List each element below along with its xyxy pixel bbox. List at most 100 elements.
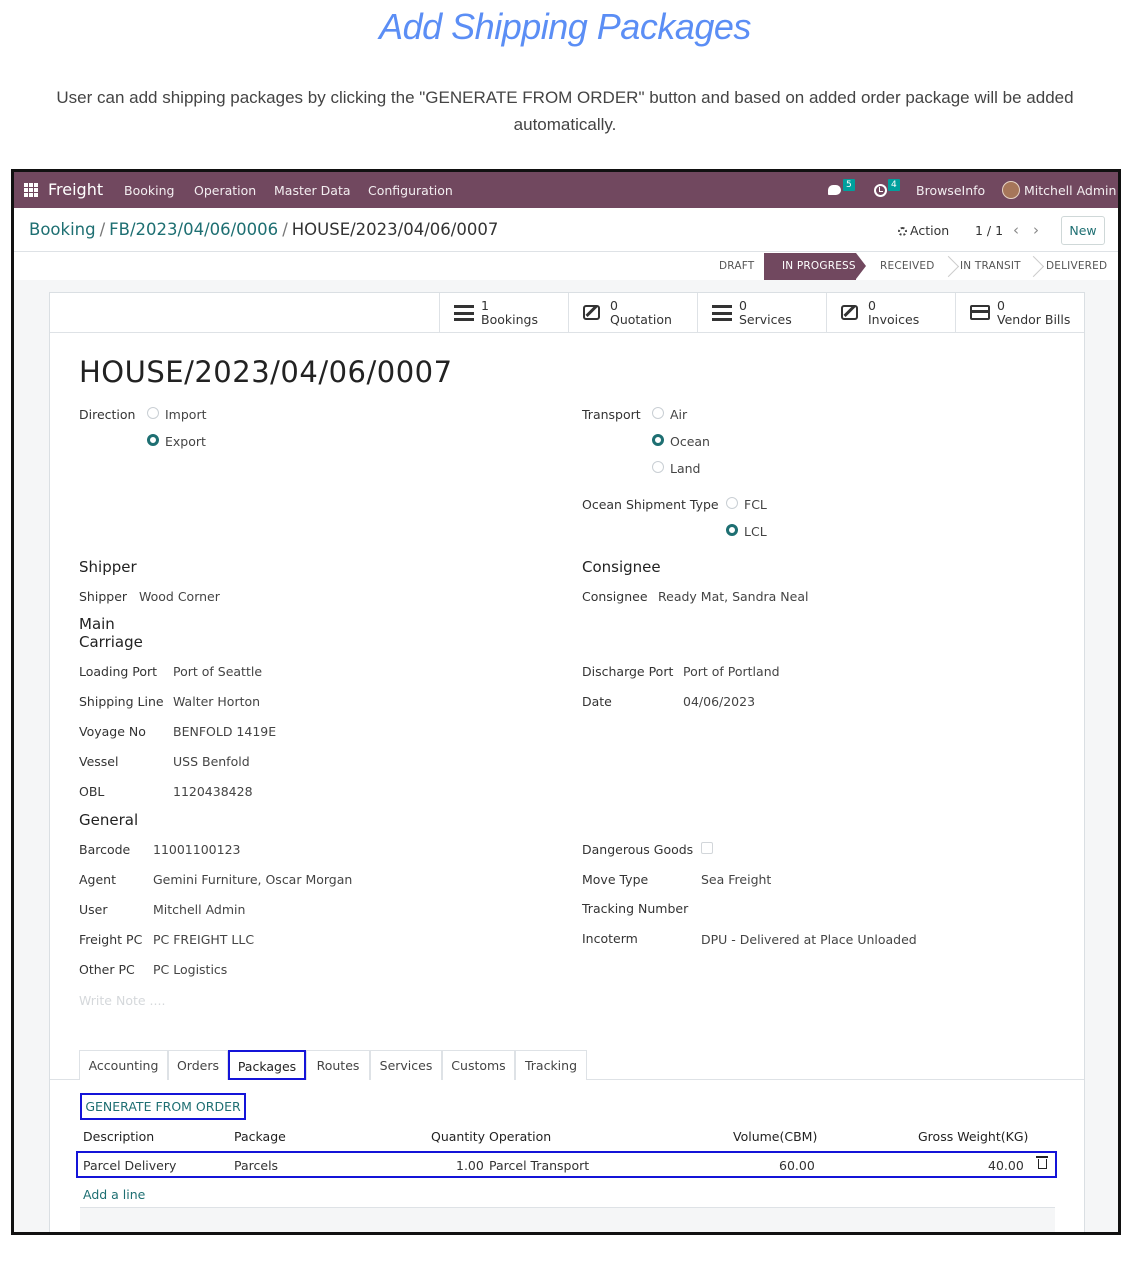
- breadcrumb-parent-booking[interactable]: FB/2023/04/06/0006: [109, 220, 278, 239]
- smart-button-quotation[interactable]: 0 Quotation: [568, 293, 697, 333]
- edit-icon: [583, 305, 600, 320]
- menu-master-data[interactable]: Master Data: [274, 183, 351, 198]
- cell-operation[interactable]: Parcel Transport: [489, 1158, 589, 1173]
- tracking-number-label: Tracking Number: [582, 901, 689, 916]
- direction-export-label[interactable]: Export: [165, 434, 206, 449]
- note-field[interactable]: Write Note ....: [79, 993, 165, 1008]
- consignee-field[interactable]: Ready Mat, Sandra Neal: [658, 589, 808, 604]
- direction-import-radio[interactable]: [147, 407, 159, 419]
- dangerous-goods-label: Dangerous Goods: [582, 842, 694, 857]
- stage-in-progress[interactable]: IN PROGRESS: [764, 253, 866, 280]
- shipper-field[interactable]: Wood Corner: [139, 589, 220, 604]
- smart-button-bookings[interactable]: 1 Bookings: [439, 293, 568, 333]
- obl-field[interactable]: 1120438428: [173, 784, 253, 799]
- shipment-fcl-radio[interactable]: [726, 497, 738, 509]
- loading-port-field[interactable]: Port of Seattle: [173, 664, 262, 679]
- pager-next-icon[interactable]: ›: [1033, 221, 1039, 239]
- doc-description: User can add shipping packages by clicki…: [56, 88, 1074, 134]
- obl-label: OBL: [79, 784, 105, 799]
- breadcrumb: Booking / FB/2023/04/06/0006/HOUSE/2023/04…: [29, 220, 499, 239]
- cell-package[interactable]: Parcels: [234, 1158, 278, 1173]
- form-sheet: 1 Bookings 0 Quotation 0 Services 0 Invoices…: [49, 292, 1085, 1232]
- shipper-label: Shipper: [79, 589, 128, 604]
- smart-button-services[interactable]: 0 Services: [697, 293, 826, 333]
- doc-title: Add Shipping Packages: [379, 6, 751, 47]
- top-navbar: Freight Booking Operation Master Data Co…: [14, 172, 1118, 208]
- menu-operation[interactable]: Operation: [194, 183, 256, 198]
- menu-booking[interactable]: Booking: [124, 183, 174, 198]
- shipping-line-label: Shipping Line: [79, 694, 164, 709]
- cell-weight[interactable]: 40.00: [988, 1158, 1024, 1173]
- discharge-port-field[interactable]: Port of Portland: [683, 664, 780, 679]
- barcode-field[interactable]: 11001100123: [153, 842, 240, 857]
- tab-routes[interactable]: Routes: [306, 1050, 370, 1080]
- breadcrumb-current: HOUSE/2023/04/06/0007: [291, 220, 499, 239]
- direction-import-label[interactable]: Import: [165, 407, 207, 422]
- breadcrumb-booking[interactable]: Booking: [29, 220, 96, 239]
- column-volume[interactable]: Volume(CBM): [733, 1129, 817, 1144]
- delete-row-icon[interactable]: [1036, 1156, 1048, 1169]
- date-field[interactable]: 04/06/2023: [683, 694, 755, 709]
- tab-customs[interactable]: Customs: [442, 1050, 515, 1080]
- voyage-no-field[interactable]: BENFOLD 1419E: [173, 724, 276, 739]
- edit-icon: [841, 305, 858, 320]
- other-pc-field[interactable]: PC Logistics: [153, 962, 227, 977]
- cell-volume[interactable]: 60.00: [779, 1158, 815, 1173]
- smart-button-invoices[interactable]: 0 Invoices: [826, 293, 955, 333]
- apps-menu-icon[interactable]: [24, 183, 38, 197]
- column-operation[interactable]: Operation: [489, 1129, 551, 1144]
- user-label: User: [79, 902, 108, 917]
- stage-delivered[interactable]: DELIVERED: [1046, 253, 1107, 280]
- transport-air-label[interactable]: Air: [670, 407, 687, 422]
- credit-card-icon: [970, 305, 990, 320]
- shipping-line-field[interactable]: Walter Horton: [173, 694, 260, 709]
- incoterm-field[interactable]: DPU - Delivered at Place Unloaded: [701, 932, 917, 947]
- shipment-fcl-label[interactable]: FCL: [744, 497, 767, 512]
- transport-ocean-radio[interactable]: [652, 434, 664, 446]
- column-quantity[interactable]: Quantity: [431, 1129, 485, 1144]
- column-description[interactable]: Description: [83, 1129, 154, 1144]
- tab-tracking[interactable]: Tracking: [515, 1050, 587, 1080]
- main-carriage-title-line2: Carriage: [79, 633, 143, 651]
- stage-draft[interactable]: DRAFT: [719, 253, 754, 280]
- transport-ocean-label[interactable]: Ocean: [670, 434, 710, 449]
- dangerous-goods-checkbox[interactable]: [701, 842, 713, 854]
- cell-quantity[interactable]: 1.00: [456, 1158, 484, 1173]
- transport-land-label[interactable]: Land: [670, 461, 700, 476]
- menu-configuration[interactable]: Configuration: [368, 183, 453, 198]
- move-type-label: Move Type: [582, 872, 649, 887]
- pager-previous-icon[interactable]: ‹: [1013, 221, 1019, 239]
- list-icon: [454, 305, 474, 321]
- vessel-field[interactable]: USS Benfold: [173, 754, 250, 769]
- column-gross-weight[interactable]: Gross Weight(KG): [918, 1129, 1028, 1144]
- transport-air-radio[interactable]: [652, 407, 664, 419]
- stage-received[interactable]: RECEIVED: [880, 253, 935, 280]
- company-switcher[interactable]: BrowseInfo: [916, 183, 985, 198]
- messages-icon[interactable]: [828, 185, 841, 195]
- new-record-button[interactable]: New: [1061, 216, 1105, 245]
- direction-export-radio[interactable]: [147, 434, 159, 446]
- user-avatar[interactable]: [1002, 181, 1020, 199]
- user-field[interactable]: Mitchell Admin: [153, 902, 245, 917]
- action-menu-button[interactable]: Action: [898, 223, 949, 238]
- cell-description[interactable]: Parcel Delivery: [83, 1158, 176, 1173]
- tab-accounting[interactable]: Accounting: [79, 1050, 168, 1080]
- agent-field[interactable]: Gemini Furniture, Oscar Morgan: [153, 872, 352, 887]
- transport-land-radio[interactable]: [652, 461, 664, 473]
- app-brand[interactable]: Freight: [48, 180, 103, 199]
- move-type-field[interactable]: Sea Freight: [701, 872, 771, 887]
- freight-pc-field[interactable]: PC FREIGHT LLC: [153, 932, 254, 947]
- shipment-lcl-radio[interactable]: [726, 524, 738, 536]
- stage-in-transit[interactable]: IN TRANSIT: [960, 253, 1021, 280]
- add-line-link[interactable]: Add a line: [83, 1187, 145, 1202]
- tab-orders[interactable]: Orders: [168, 1050, 228, 1080]
- tab-services[interactable]: Services: [370, 1050, 442, 1080]
- shipment-lcl-label[interactable]: LCL: [744, 524, 767, 539]
- activities-icon[interactable]: [874, 184, 887, 197]
- column-package[interactable]: Package: [234, 1129, 286, 1144]
- generate-from-order-button[interactable]: GENERATE FROM ORDER: [80, 1093, 246, 1120]
- user-menu[interactable]: Mitchell Admin: [1024, 183, 1116, 198]
- pager-value[interactable]: 1 / 1: [975, 223, 1003, 238]
- tab-packages[interactable]: Packages: [228, 1050, 306, 1080]
- smart-button-vendor-bills[interactable]: 0 Vendor Bills: [955, 293, 1084, 333]
